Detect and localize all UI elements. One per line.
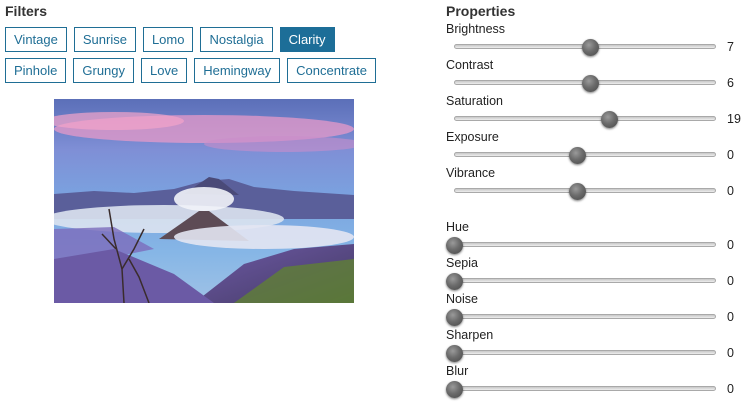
slider-thumb-icon[interactable]	[569, 147, 587, 164]
filter-row-1: Vintage Sunrise Lomo Nostalgia Clarity	[5, 27, 335, 52]
slider-label-exposure: Exposure	[446, 130, 499, 144]
slider-track-blur[interactable]	[454, 386, 716, 391]
slider-thumb-icon[interactable]	[582, 39, 600, 56]
slider-vibrance: Vibrance 0	[446, 166, 746, 202]
slider-label-blur: Blur	[446, 364, 469, 378]
slider-sharpen: Sharpen 0	[446, 328, 746, 364]
filter-concentrate-button[interactable]: Concentrate	[287, 58, 376, 83]
filter-sunrise-button[interactable]: Sunrise	[73, 27, 136, 52]
slider-value-sepia: 0	[727, 274, 734, 288]
slider-value-blur: 0	[727, 382, 734, 396]
filter-clarity-button[interactable]: Clarity	[279, 27, 335, 52]
filter-love-button[interactable]: Love	[141, 58, 188, 83]
slider-label-sharpen: Sharpen	[446, 328, 494, 342]
slider-value-saturation: 19	[727, 112, 741, 126]
slider-value-contrast: 6	[727, 76, 734, 90]
slider-label-noise: Noise	[446, 292, 478, 306]
slider-hue: Hue 0	[446, 220, 746, 256]
slider-thumb-icon[interactable]	[600, 111, 618, 128]
slider-noise: Noise 0	[446, 292, 746, 328]
slider-thumb-icon[interactable]	[446, 237, 463, 254]
slider-exposure: Exposure 0	[446, 130, 746, 166]
properties-heading: Properties	[446, 3, 516, 19]
slider-saturation: Saturation 19	[446, 94, 746, 130]
slider-thumb-icon[interactable]	[446, 309, 463, 326]
slider-value-brightness: 7	[727, 40, 734, 54]
slider-thumb-icon[interactable]	[446, 273, 463, 290]
slider-track-sharpen[interactable]	[454, 350, 716, 355]
slider-value-exposure: 0	[727, 148, 734, 162]
slider-thumb-icon[interactable]	[569, 183, 587, 200]
slider-track-noise[interactable]	[454, 314, 716, 319]
filter-nostalgia-button[interactable]: Nostalgia	[200, 27, 273, 52]
slider-value-vibrance: 0	[727, 184, 734, 198]
filter-row-2: Pinhole Grungy Love Hemingway Concentrat…	[5, 58, 376, 83]
slider-value-noise: 0	[727, 310, 734, 324]
slider-track-hue[interactable]	[454, 242, 716, 247]
slider-label-hue: Hue	[446, 220, 469, 234]
filter-vintage-button[interactable]: Vintage	[5, 27, 67, 52]
slider-label-saturation: Saturation	[446, 94, 503, 108]
slider-sepia: Sepia 0	[446, 256, 746, 292]
filter-grungy-button[interactable]: Grungy	[73, 58, 135, 83]
slider-label-brightness: Brightness	[446, 22, 506, 36]
filter-hemingway-button[interactable]: Hemingway	[194, 58, 281, 83]
filters-heading: Filters	[5, 3, 48, 19]
slider-blur: Blur 0	[446, 364, 746, 400]
filter-lomo-button[interactable]: Lomo	[142, 27, 194, 52]
filter-pinhole-button[interactable]: Pinhole	[5, 58, 67, 83]
slider-brightness: Brightness 7	[446, 22, 746, 58]
slider-contrast: Contrast 6	[446, 58, 746, 94]
slider-label-contrast: Contrast	[446, 58, 494, 72]
preview-photo	[54, 99, 354, 303]
slider-value-hue: 0	[727, 238, 734, 252]
slider-label-sepia: Sepia	[446, 256, 478, 270]
slider-value-sharpen: 0	[727, 346, 734, 360]
slider-track-saturation[interactable]	[454, 116, 716, 121]
slider-label-vibrance: Vibrance	[446, 166, 496, 180]
slider-thumb-icon[interactable]	[446, 345, 463, 362]
slider-thumb-icon[interactable]	[582, 75, 600, 92]
slider-thumb-icon[interactable]	[446, 381, 463, 398]
slider-track-sepia[interactable]	[454, 278, 716, 283]
